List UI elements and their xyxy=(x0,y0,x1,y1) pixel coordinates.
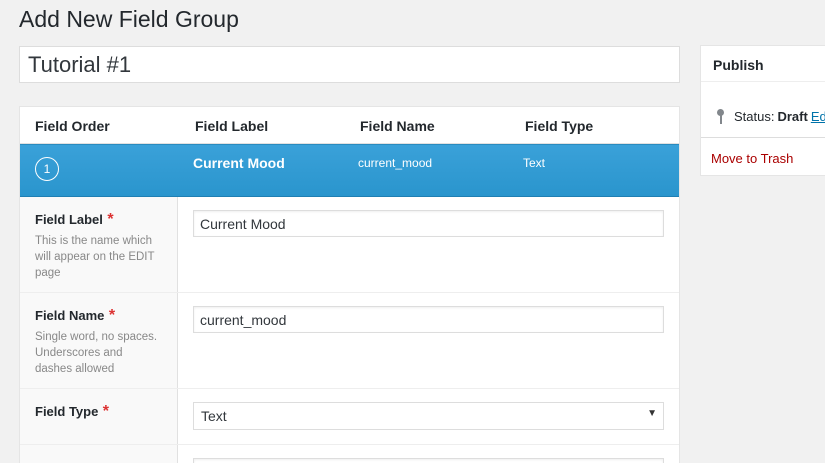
fields-table-header: Field Order Field Label Field Name Field… xyxy=(20,107,679,144)
setting-next-value xyxy=(178,445,679,463)
required-marker: * xyxy=(108,307,116,324)
setting-field-type-caption: Field Type * xyxy=(20,389,178,444)
publish-status: Status: Draft Edit xyxy=(701,82,825,138)
setting-next-partial xyxy=(20,445,679,463)
field-type-selected: Text xyxy=(201,408,227,424)
required-marker: * xyxy=(102,403,110,420)
setting-field-type-value: Text ▼ xyxy=(178,389,679,444)
field-order-badge: 1 xyxy=(35,157,59,181)
publish-title: Publish xyxy=(701,46,825,82)
status-value: Draft xyxy=(777,109,808,124)
setting-next-caption xyxy=(20,445,178,463)
field-row-current-mood[interactable]: 1 Current Mood current_mood Text xyxy=(20,144,679,197)
field-row-type: Text xyxy=(523,156,546,170)
partial-input[interactable] xyxy=(193,458,664,463)
field-row-name: current_mood xyxy=(358,156,433,170)
setting-field-name-value xyxy=(178,293,679,388)
setting-field-name: Field Name * Single word, no spaces. Und… xyxy=(20,293,679,389)
setting-field-label-value xyxy=(178,197,679,292)
setting-name: Field Type xyxy=(35,404,99,419)
field-name-input[interactable] xyxy=(193,306,664,333)
field-group-title-input[interactable] xyxy=(19,46,680,83)
setting-name: Field Label xyxy=(35,212,103,227)
header-field-order: Field Order xyxy=(35,118,110,134)
setting-name: Field Name xyxy=(35,308,105,323)
setting-description: Single word, no spaces. Underscores and … xyxy=(35,331,158,375)
publish-box: Publish Status: Draft Edit Move to Trash xyxy=(700,45,825,176)
chevron-down-icon: ▼ xyxy=(647,408,657,419)
setting-field-label: Field Label * This is the name which wil… xyxy=(20,197,679,293)
field-label-input[interactable] xyxy=(193,210,664,237)
setting-field-name-caption: Field Name * Single word, no spaces. Und… xyxy=(20,293,178,388)
status-edit-link[interactable]: Edit xyxy=(811,109,825,124)
setting-field-label-caption: Field Label * This is the name which wil… xyxy=(20,197,178,292)
setting-description: This is the name which will appear on th… xyxy=(35,235,155,279)
header-field-name: Field Name xyxy=(360,118,435,134)
pin-icon xyxy=(717,108,724,125)
header-field-label: Field Label xyxy=(195,118,269,134)
setting-field-type: Field Type * Text ▼ xyxy=(20,389,679,445)
field-type-select[interactable]: Text ▼ xyxy=(193,402,664,430)
required-marker: * xyxy=(107,211,114,228)
status-label: Status: xyxy=(734,109,775,124)
header-field-type: Field Type xyxy=(525,118,594,134)
page-title: Add New Field Group xyxy=(19,6,239,32)
field-settings: Field Label * This is the name which wil… xyxy=(20,197,679,463)
move-to-trash-link[interactable]: Move to Trash xyxy=(701,138,825,179)
field-row-label[interactable]: Current Mood xyxy=(193,155,285,171)
fields-box: Field Order Field Label Field Name Field… xyxy=(19,106,680,463)
